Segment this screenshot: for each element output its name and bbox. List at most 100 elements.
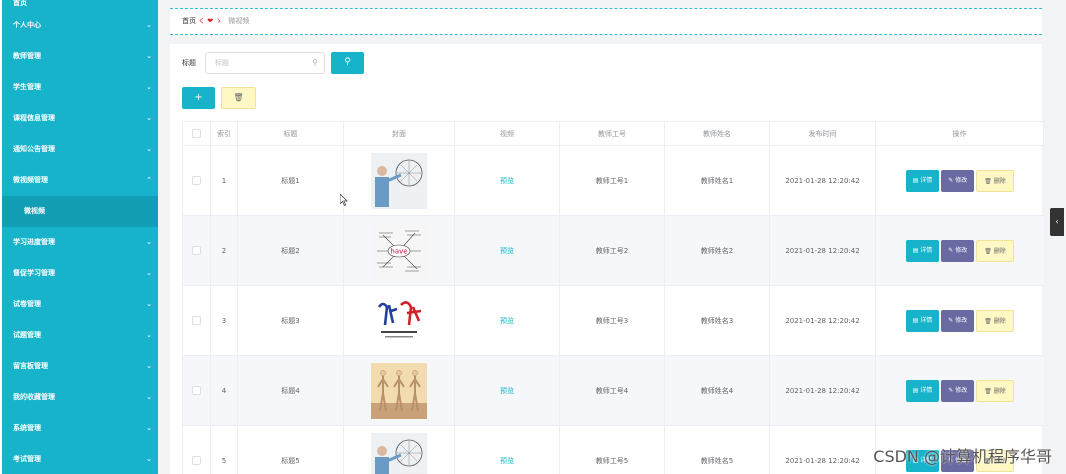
publish-time-cell: 2021-01-28 12:20:42 [769, 215, 876, 286]
video-cell: 预览 [454, 145, 560, 216]
detail-label: 详情 [920, 316, 933, 324]
sidebar-item[interactable]: 学生管理 ⌄ [2, 72, 158, 103]
sidebar-item-label: 首页 [13, 0, 27, 7]
title-cell: 标题1 [237, 145, 344, 216]
sidebar-item-label: 留言板管理 [13, 362, 48, 370]
trash-icon: 🗑 [233, 93, 244, 102]
cover-cell [343, 425, 455, 474]
preview-link[interactable]: 预览 [500, 387, 514, 395]
search-input[interactable]: 标题 ⚲ [205, 52, 325, 74]
breadcrumb-separator-right: ゝ [215, 17, 223, 25]
table-header-row: 索引 标题 封面 视频 教师工号 教师姓名 发布时间 操作 [182, 121, 1044, 146]
heart-icon: ❤ [207, 17, 214, 25]
breadcrumb-separator-left: く [198, 17, 206, 25]
sidebar-item[interactable]: 个人中心 ⌄ [2, 10, 158, 41]
delete-button[interactable]: 🗑 删除 [976, 169, 1014, 192]
sidebar-item[interactable]: 教师管理 ⌄ [2, 41, 158, 72]
row-select-cell[interactable] [182, 285, 211, 356]
delete-button[interactable]: 🗑 删除 [976, 379, 1014, 402]
chevron-icon: ⌄ [146, 238, 152, 246]
cover-cell [343, 285, 455, 356]
delete-button[interactable]: 🗑 删除 [976, 309, 1014, 332]
sidebar-item[interactable]: 微视频管理 ⌃ [2, 165, 158, 196]
detail-label: 详情 [920, 176, 933, 184]
row-checkbox[interactable] [192, 316, 201, 325]
collapse-panel-button[interactable]: ‹ [1050, 208, 1064, 236]
trash-icon: 🗑 [984, 317, 994, 325]
teacher-no-cell: 教师工号4 [559, 355, 665, 426]
sidebar-item[interactable]: 考试管理 ⌄ [2, 444, 158, 474]
delete-label: 删除 [993, 387, 1006, 395]
row-select-cell[interactable] [182, 355, 211, 426]
search-button[interactable]: ⚲ [331, 52, 364, 74]
sidebar-item[interactable]: 系统管理 ⌄ [2, 413, 158, 444]
sidebar-item-label: 学习进度管理 [13, 238, 55, 246]
video-cell: 预览 [454, 215, 560, 286]
teacher-no-cell: 教师工号5 [559, 425, 665, 474]
add-button[interactable]: + [182, 87, 215, 109]
preview-link[interactable]: 预览 [500, 457, 514, 465]
breadcrumb-home[interactable]: 首页 [182, 17, 196, 25]
detail-button[interactable]: ▤ 详情 [905, 169, 940, 192]
sidebar: 首页 个人中心 ⌄ 教师管理 ⌄ 学生管理 ⌄ 课程信息管理 ⌄ 通知公告管理 ⌄ 微视频管理 ⌃ 微… [2, 0, 158, 474]
detail-button[interactable]: ▤ 详情 [905, 309, 940, 332]
chevron-icon: ⌄ [146, 362, 152, 370]
table-header-cell: 封面 [343, 121, 455, 146]
index-cell: 4 [210, 355, 238, 426]
row-checkbox[interactable] [192, 246, 201, 255]
select-all-checkbox[interactable] [192, 129, 201, 138]
sidebar-item[interactable]: 试题管理 ⌄ [2, 320, 158, 351]
delete-button[interactable]: 🗑 删除 [976, 239, 1014, 262]
publish-time-cell: 2021-01-28 12:20:42 [769, 285, 876, 356]
sidebar-item-label: 学生管理 [13, 83, 41, 91]
publish-time-cell: 2021-01-28 12:20:42 [769, 355, 876, 426]
table-header-cell: 标题 [237, 121, 344, 146]
row-select-cell[interactable] [182, 145, 211, 216]
preview-link[interactable]: 预览 [500, 177, 514, 185]
sidebar-item-label: 系统管理 [13, 424, 41, 432]
sidebar-item-home[interactable]: 首页 [2, 0, 158, 10]
sidebar-item[interactable]: 课程信息管理 ⌄ [2, 103, 158, 134]
table-row[interactable]: 4 标题4 预览 教师工号4 教师姓名4 2021-01-28 12:20:42 ▤ 详情 ✎… [182, 355, 1044, 426]
row-select-cell[interactable] [182, 215, 211, 286]
sidebar-subitem-micro-video[interactable]: 微视频 [2, 196, 158, 227]
detail-button[interactable]: ▤ 详情 [905, 379, 940, 402]
sidebar-item[interactable]: 我的收藏管理 ⌄ [2, 382, 158, 413]
table-row[interactable]: 3 标题3 预览 教师工号3 教师姓名3 2021-01-28 12:20:42 ▤ 详情 ✎… [182, 285, 1044, 356]
chevron-icon: ⌄ [146, 455, 152, 463]
cover-image [371, 432, 427, 474]
chevron-icon: ⌄ [146, 21, 152, 29]
edit-button[interactable]: ✎ 修改 [941, 309, 975, 332]
preview-link[interactable]: 预览 [500, 247, 514, 255]
app-window: 首页 个人中心 ⌄ 教师管理 ⌄ 学生管理 ⌄ 课程信息管理 ⌄ 通知公告管理 ⌄ 微视频管理 ⌃ 微… [0, 0, 1066, 474]
header-select-all[interactable] [182, 121, 211, 146]
chevron-icon: ⌄ [146, 269, 152, 277]
edit-button[interactable]: ✎ 修改 [941, 379, 975, 402]
sidebar-item[interactable]: 通知公告管理 ⌄ [2, 134, 158, 165]
sidebar-item[interactable]: 督促学习管理 ⌄ [2, 258, 158, 289]
video-cell: 预览 [454, 355, 560, 426]
sidebar-item-label: 督促学习管理 [13, 269, 55, 277]
table-row[interactable]: 2 标题2 have 预览 教师工号2 教师姓名2 2021-01-28 12:20:42 ▤… [182, 215, 1044, 286]
index-cell: 5 [210, 425, 238, 474]
row-checkbox[interactable] [192, 176, 201, 185]
detail-button[interactable]: ▤ 详情 [905, 239, 940, 262]
row-checkbox[interactable] [192, 386, 201, 395]
cover-image: have [371, 222, 427, 279]
row-select-cell[interactable] [182, 425, 211, 474]
main-content: 首页 く ❤ ゝ 微视频 标题 标题 ⚲ ⚲ + 🗑 索引 标题 封面 视频 教… [158, 0, 1066, 474]
sidebar-item[interactable]: 学习进度管理 ⌄ [2, 227, 158, 258]
cover-image [371, 292, 427, 349]
sidebar-item[interactable]: 试卷管理 ⌄ [2, 289, 158, 320]
cover-cell: have [343, 215, 455, 286]
batch-delete-button[interactable]: 🗑 [221, 87, 256, 109]
delete-label: 删除 [993, 317, 1006, 325]
table-row[interactable]: 1 标题1 预览 教师工号1 教师姓名1 2021-01-28 12:20:42 ▤ 详情 ✎… [182, 145, 1044, 216]
video-cell: 预览 [454, 285, 560, 356]
teacher-name-cell: 教师姓名3 [664, 285, 770, 356]
row-checkbox[interactable] [192, 456, 201, 465]
edit-button[interactable]: ✎ 修改 [941, 169, 975, 192]
sidebar-item[interactable]: 留言板管理 ⌄ [2, 351, 158, 382]
edit-button[interactable]: ✎ 修改 [941, 239, 975, 262]
preview-link[interactable]: 预览 [500, 317, 514, 325]
